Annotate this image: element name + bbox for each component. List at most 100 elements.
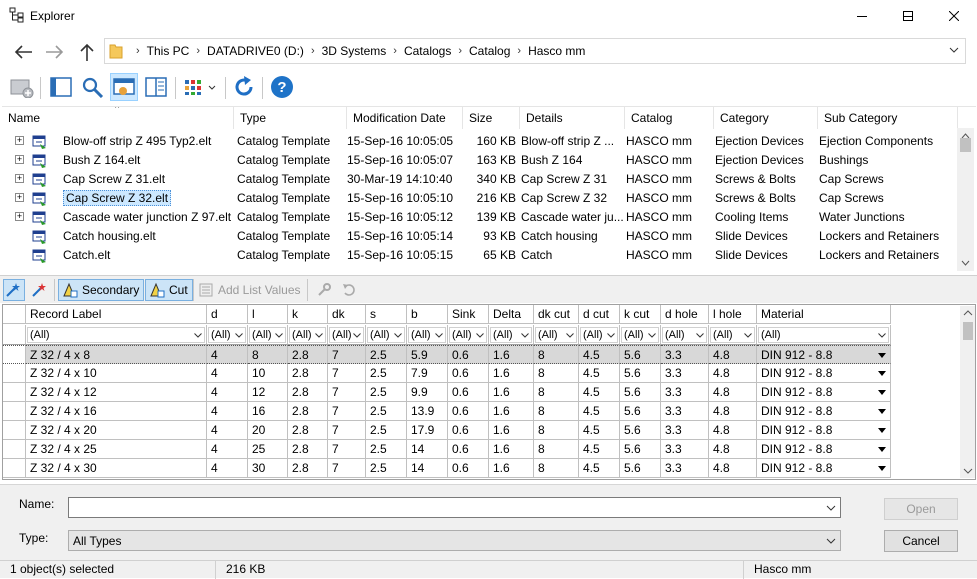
chevron-down-icon[interactable] bbox=[875, 348, 889, 363]
filter-select[interactable]: (All) bbox=[710, 327, 755, 343]
filter-select[interactable]: (All) bbox=[490, 327, 532, 343]
filter-select[interactable]: (All) bbox=[621, 327, 659, 343]
column-filter[interactable]: (All) bbox=[534, 325, 579, 345]
column-filter[interactable]: (All) bbox=[757, 325, 891, 345]
grid-column-header[interactable]: l hole bbox=[709, 305, 757, 324]
column-header[interactable]: Details bbox=[520, 107, 625, 129]
column-filter[interactable]: (All) bbox=[366, 325, 407, 345]
secondary-button[interactable]: Secondary bbox=[58, 279, 145, 301]
expand-icon[interactable]: + bbox=[15, 136, 24, 145]
filter-select[interactable]: (All) bbox=[289, 327, 326, 343]
filter-select[interactable]: (All) bbox=[758, 327, 889, 343]
open-button[interactable]: Open bbox=[884, 498, 958, 520]
minimize-btn[interactable] bbox=[839, 0, 885, 32]
expand-icon[interactable]: + bbox=[15, 174, 24, 183]
search-button[interactable] bbox=[79, 73, 107, 101]
grid-row[interactable]: Z 32 / 4 x 25 4 25 2.8 7 2.5 14 0.6 1.6 8 4.5 5.6 3.… bbox=[3, 440, 891, 459]
chevron-down-icon[interactable] bbox=[394, 333, 402, 338]
grid-column-header[interactable]: Record Label bbox=[26, 305, 207, 324]
file-row[interactable]: Catch.elt Catalog Template 15-Sep-16 10:05… bbox=[2, 246, 958, 265]
grid-row[interactable]: Z 32 / 4 x 20 4 20 2.8 7 2.5 17.9 0.6 1.6 8 4.5 5.6… bbox=[3, 421, 891, 440]
chevron-down-icon[interactable] bbox=[875, 385, 889, 400]
grid-column-header[interactable]: dk cut bbox=[534, 305, 579, 324]
grid-row[interactable]: Z 32 / 4 x 12 4 12 2.8 7 2.5 9.9 0.6 1.6 8 4.5 5.6 3… bbox=[3, 383, 891, 402]
chevron-down-icon[interactable] bbox=[476, 333, 484, 338]
filter-tool-button[interactable] bbox=[3, 279, 25, 301]
material-cell[interactable]: DIN 912 - 8.8 bbox=[757, 421, 891, 440]
chevron-down-icon[interactable] bbox=[696, 333, 704, 338]
scroll-thumb[interactable] bbox=[963, 322, 973, 340]
column-filter[interactable]: (All) bbox=[489, 325, 534, 345]
column-header[interactable]: Category bbox=[714, 107, 818, 129]
chevron-down-icon[interactable] bbox=[826, 505, 836, 511]
filter-select[interactable]: (All) bbox=[535, 327, 577, 343]
expand-icon[interactable]: + bbox=[15, 212, 24, 221]
column-filter[interactable]: (All) bbox=[661, 325, 709, 345]
grid-column-header[interactable]: s bbox=[366, 305, 407, 324]
grid-scrollbar[interactable] bbox=[960, 306, 975, 478]
chevron-down-icon[interactable] bbox=[607, 333, 615, 338]
cut-button[interactable]: Cut bbox=[145, 279, 193, 301]
breadcrumb-item[interactable]: This PC bbox=[147, 44, 190, 58]
grid-column-header[interactable]: Sink bbox=[448, 305, 489, 324]
grid-row[interactable]: Z 32 / 4 x 10 4 10 2.8 7 2.5 7.9 0.6 1.6 8 4.5 5.6 3… bbox=[3, 364, 891, 383]
maximize-button[interactable] bbox=[885, 0, 931, 32]
file-row[interactable]: + Bush Z 164.elt Catalog Template 15-Sep-16… bbox=[2, 151, 958, 170]
grid-column-header[interactable]: d hole bbox=[661, 305, 709, 324]
column-filter[interactable]: (All) bbox=[328, 325, 366, 345]
row-selector[interactable] bbox=[3, 345, 26, 364]
grid-column-header[interactable]: k cut bbox=[620, 305, 661, 324]
row-selector[interactable] bbox=[3, 421, 26, 440]
forward-button[interactable] bbox=[42, 39, 68, 65]
chevron-down-icon[interactable] bbox=[275, 333, 283, 338]
cancel-button[interactable]: Cancel bbox=[884, 530, 958, 552]
new-folder-button[interactable] bbox=[8, 73, 36, 101]
row-selector[interactable] bbox=[3, 402, 26, 421]
grid-column-header[interactable]: d bbox=[207, 305, 248, 324]
file-row[interactable]: Catch housing.elt Catalog Template 15-Sep-… bbox=[2, 227, 958, 246]
column-filter[interactable]: (All) bbox=[448, 325, 489, 345]
filter-select[interactable]: (All) bbox=[580, 327, 618, 343]
chevron-down-icon[interactable] bbox=[744, 333, 752, 338]
view-mode-dropdown[interactable] bbox=[181, 73, 221, 101]
column-filter[interactable]: (All) bbox=[709, 325, 757, 345]
file-row[interactable]: + Cap Screw Z 32.elt Catalog Template 15-Se… bbox=[2, 189, 958, 208]
help-button[interactable]: ? bbox=[268, 73, 296, 101]
grid-row[interactable]: Z 32 / 4 x 8 4 8 2.8 7 2.5 5.9 0.6 1.6 8 4.5 5.6 3.3… bbox=[3, 345, 891, 364]
grid-column-header[interactable]: l bbox=[248, 305, 288, 324]
breadcrumb-item[interactable]: Catalog bbox=[469, 44, 510, 58]
clear-filter-button[interactable] bbox=[29, 279, 51, 301]
filter-select[interactable]: (All) bbox=[329, 327, 364, 343]
column-filter[interactable]: (All) bbox=[207, 325, 248, 345]
material-cell[interactable]: DIN 912 - 8.8 bbox=[757, 383, 891, 402]
material-cell[interactable]: DIN 912 - 8.8 bbox=[757, 345, 891, 364]
chevron-down-icon[interactable] bbox=[353, 333, 361, 338]
column-header[interactable]: Size bbox=[463, 107, 520, 129]
breadcrumb-item[interactable]: DATADRIVE0 (D:) bbox=[207, 44, 304, 58]
chevron-right-icon[interactable]: › bbox=[136, 45, 140, 57]
chevron-right-icon[interactable]: › bbox=[311, 45, 315, 57]
refresh-button[interactable] bbox=[230, 73, 258, 101]
filter-select[interactable]: (All) bbox=[208, 327, 246, 343]
chevron-down-icon[interactable] bbox=[875, 404, 889, 419]
row-selector[interactable] bbox=[3, 383, 26, 402]
chevron-down-icon[interactable] bbox=[875, 461, 889, 476]
chevron-down-icon[interactable] bbox=[648, 333, 656, 338]
grid-column-header[interactable]: Material bbox=[757, 305, 891, 324]
details-view-button[interactable] bbox=[110, 73, 138, 101]
up-button[interactable] bbox=[74, 39, 100, 65]
expand-icon[interactable]: + bbox=[15, 193, 24, 202]
add-list-values-button[interactable]: Add List Values bbox=[198, 279, 301, 301]
preview-pane-button[interactable] bbox=[47, 73, 75, 101]
grid-column-header[interactable]: k bbox=[288, 305, 328, 324]
column-header[interactable]: Modification Date bbox=[347, 107, 463, 129]
filter-select[interactable]: (All) bbox=[449, 327, 487, 343]
column-filter[interactable]: (All) bbox=[288, 325, 328, 345]
filter-select[interactable]: (All) bbox=[408, 327, 446, 343]
tools-button[interactable] bbox=[314, 279, 334, 301]
chevron-down-icon[interactable] bbox=[826, 538, 836, 544]
column-filter[interactable]: (All) bbox=[407, 325, 448, 345]
chevron-down-icon[interactable] bbox=[235, 333, 243, 338]
chevron-down-icon[interactable] bbox=[875, 423, 889, 438]
grid-column-header[interactable]: b bbox=[407, 305, 448, 324]
